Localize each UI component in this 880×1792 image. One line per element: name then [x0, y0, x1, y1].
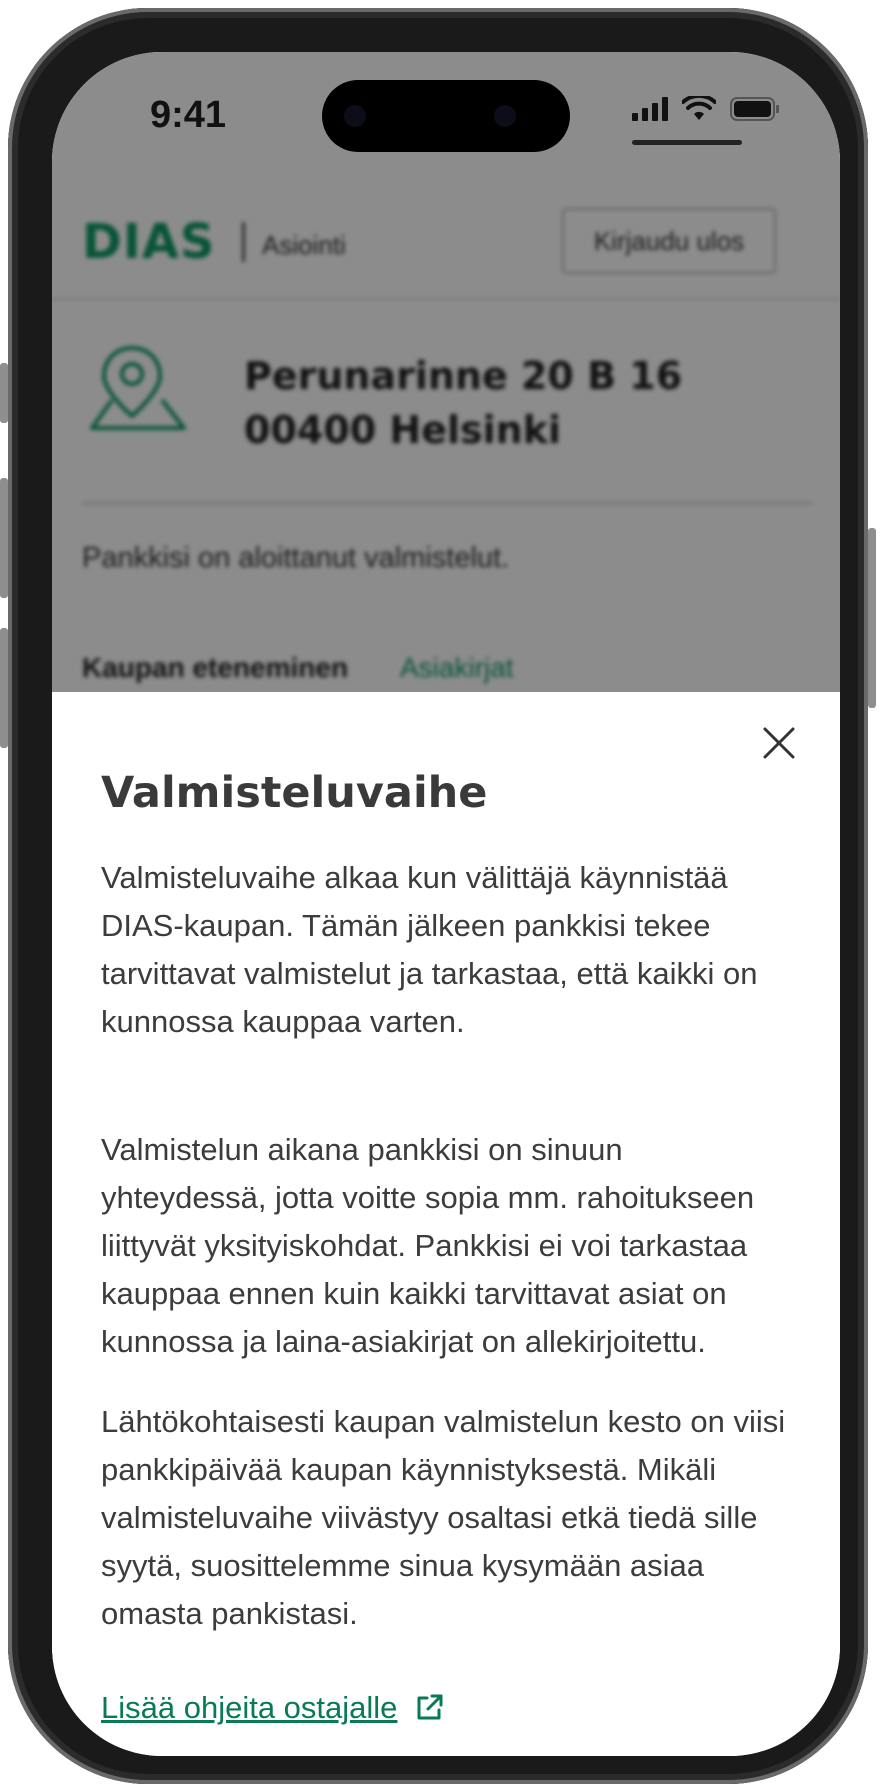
camera-lens	[344, 105, 366, 127]
status-bar: 9:41	[52, 52, 840, 162]
power-button	[868, 528, 876, 708]
sheet-paragraph-1: Valmisteluvaihe alkaa kun välittäjä käyn…	[101, 860, 758, 1039]
sheet-paragraph-3: Lähtökohtaisesti kaupan valmistelun kest…	[101, 1404, 786, 1631]
sensor-lens	[494, 105, 516, 127]
info-bottom-sheet: Valmisteluvaihe Valmisteluvaihe alkaa ku…	[52, 692, 840, 1756]
status-icons	[632, 96, 780, 122]
close-button[interactable]	[754, 718, 804, 768]
top-indicator-line	[632, 140, 742, 145]
volume-up-button	[0, 478, 8, 598]
close-icon	[763, 727, 795, 759]
screen: DIAS Asiointi Kirjaudu ulos Perunarinne …	[52, 52, 840, 1756]
external-link-icon	[417, 1694, 443, 1720]
battery-icon	[730, 97, 779, 121]
signal-icon	[632, 97, 668, 121]
wifi-icon	[682, 96, 716, 120]
phone-frame: DIAS Asiointi Kirjaudu ulos Perunarinne …	[0, 8, 876, 1784]
status-time: 9:41	[150, 94, 227, 136]
volume-down-button	[0, 628, 8, 748]
mute-switch	[0, 363, 8, 423]
sheet-paragraph-2: Valmistelun aikana pankkisi on sinuun yh…	[101, 1132, 755, 1359]
sheet-title: Valmisteluvaihe	[101, 768, 488, 818]
buyer-instructions-link[interactable]: Lisää ohjeita ostajalle	[101, 1690, 445, 1726]
link-label: Lisää ohjeita ostajalle	[101, 1690, 398, 1725]
dynamic-island	[322, 80, 570, 152]
